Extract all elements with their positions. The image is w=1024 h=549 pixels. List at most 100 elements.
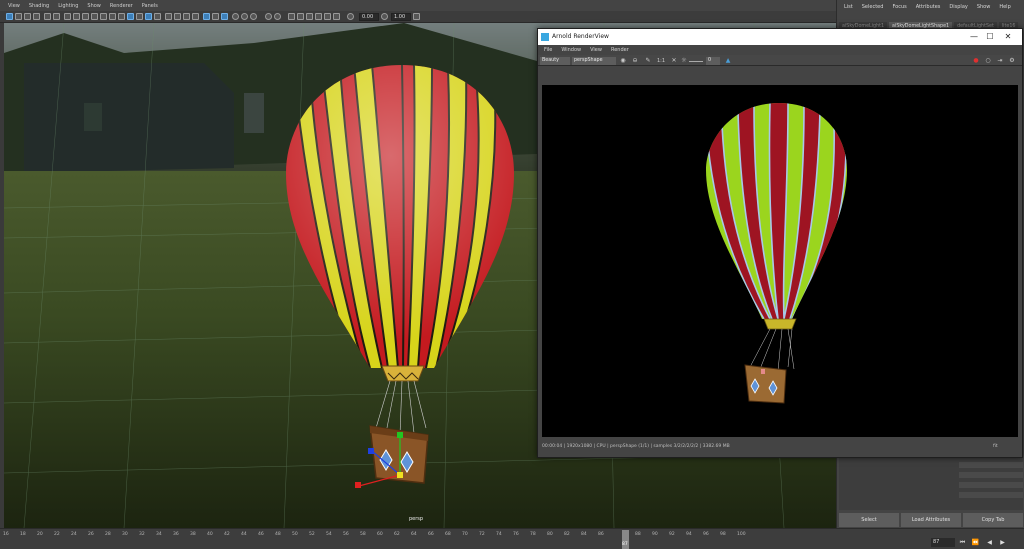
play-backwards-icon[interactable]: ◀ — [985, 538, 994, 547]
textured-icon[interactable] — [154, 13, 161, 20]
menu-window[interactable]: Window — [561, 45, 581, 55]
ae-menu-selected[interactable]: Selected — [862, 4, 884, 14]
texture-display-icon[interactable] — [315, 13, 322, 20]
zoom-ratio-label[interactable]: 1:1 — [656, 58, 666, 64]
grease-pencil-icon[interactable] — [53, 13, 60, 20]
select-button[interactable]: Select — [839, 513, 899, 527]
menu-renderer[interactable]: Renderer — [110, 3, 133, 9]
maximize-button[interactable]: ☐ — [984, 31, 996, 43]
exposure-field[interactable]: 0 — [706, 57, 720, 65]
window-title-bar[interactable]: Arnold RenderView — ☐ ✕ — [538, 29, 1022, 45]
close-button[interactable]: ✕ — [1002, 31, 1014, 43]
ae-menu-help[interactable]: Help — [999, 4, 1010, 14]
safe-action-icon[interactable] — [109, 13, 116, 20]
camera-dropdown[interactable]: perspShape — [572, 57, 616, 65]
menu-lighting[interactable]: Lighting — [58, 3, 78, 9]
motion-blur-icon[interactable] — [192, 13, 199, 20]
fit-view-button[interactable]: fit — [993, 442, 1023, 452]
ae-field[interactable] — [959, 472, 1023, 478]
play-forwards-icon[interactable]: ▶ — [998, 538, 1007, 547]
gamma-field[interactable]: 1.00 — [391, 13, 411, 21]
depth-of-field-icon[interactable] — [212, 13, 219, 20]
copy-tab-button[interactable]: Copy Tab — [963, 513, 1023, 527]
settings-gear-icon[interactable]: ⚙ — [1009, 58, 1015, 64]
resolution-gate-icon[interactable] — [82, 13, 89, 20]
render-canvas[interactable] — [542, 85, 1018, 437]
use-all-lights-icon[interactable] — [165, 13, 172, 20]
ae-menu-display[interactable]: Display — [949, 4, 967, 14]
frame-tick: 54 — [326, 532, 332, 537]
frame-tick: 26 — [88, 532, 94, 537]
safe-title-icon[interactable] — [118, 13, 125, 20]
color-management-icon[interactable] — [413, 13, 420, 20]
exposure-icon[interactable]: ☼ — [681, 58, 687, 64]
go-to-start-icon[interactable]: ⏮ — [958, 538, 967, 547]
ae-menu-focus[interactable]: Focus — [892, 4, 906, 14]
gamma-icon[interactable] — [381, 13, 388, 20]
exposure-slider[interactable] — [689, 61, 703, 62]
menu-file[interactable]: File — [544, 45, 552, 55]
window-title: Arnold RenderView — [552, 33, 609, 40]
lighting-display-icon[interactable] — [324, 13, 331, 20]
menu-panels[interactable]: Panels — [142, 3, 158, 9]
multisample-aa-icon[interactable] — [203, 13, 210, 20]
hud-icon[interactable] — [274, 13, 281, 20]
select-camera-icon[interactable] — [6, 13, 13, 20]
ae-menu-list[interactable]: List — [844, 4, 853, 14]
gate-mask-icon[interactable] — [91, 13, 98, 20]
wireframe-on-shaded-icon[interactable] — [145, 13, 152, 20]
screen-space-ao-icon[interactable] — [183, 13, 190, 20]
camera-sequencer-icon[interactable] — [265, 13, 272, 20]
frame-tick: 78 — [530, 532, 536, 537]
shadows-icon[interactable] — [174, 13, 181, 20]
xray-icon[interactable] — [232, 13, 239, 20]
ae-field[interactable] — [959, 462, 1023, 468]
ui-toggle-icon[interactable] — [297, 13, 304, 20]
step-back-key-icon[interactable]: ⏪ — [971, 538, 980, 547]
display-layer-icon[interactable] — [288, 13, 295, 20]
ae-menu-show[interactable]: Show — [977, 4, 991, 14]
ae-field[interactable] — [959, 482, 1023, 488]
two-d-pan-icon[interactable] — [44, 13, 51, 20]
exposure-icon[interactable] — [347, 13, 354, 20]
menu-show[interactable]: Show — [87, 3, 101, 9]
frame-tick: 66 — [428, 532, 434, 537]
shading-display-icon[interactable] — [333, 13, 340, 20]
refresh-render-icon[interactable]: ○ — [985, 58, 991, 64]
xray-joints-icon[interactable] — [241, 13, 248, 20]
frame-tick: 64 — [411, 532, 417, 537]
color-picker-icon[interactable]: ✎ — [645, 58, 651, 64]
wireframe-icon[interactable] — [127, 13, 134, 20]
bookmark-icon[interactable] — [24, 13, 31, 20]
aov-dropdown[interactable]: Beauty — [540, 57, 570, 65]
frame-tick: 80 — [547, 532, 553, 537]
display-channels-icon[interactable]: ◉ — [620, 58, 626, 64]
color-management-icon[interactable]: ▲ — [725, 58, 731, 64]
current-frame-field[interactable]: 87 — [931, 538, 955, 547]
menu-view[interactable]: View — [590, 45, 602, 55]
stop-render-icon[interactable]: ● — [973, 58, 979, 64]
smooth-shade-icon[interactable] — [136, 13, 143, 20]
film-gate-icon[interactable] — [73, 13, 80, 20]
xray-active-icon[interactable] — [250, 13, 257, 20]
snapshot-icon[interactable]: ⇥ — [997, 58, 1003, 64]
image-plane-icon[interactable] — [33, 13, 40, 20]
menu-view[interactable]: View — [8, 3, 20, 9]
field-chart-icon[interactable] — [100, 13, 107, 20]
load-attributes-button[interactable]: Load Attributes — [901, 513, 961, 527]
ae-menu-attributes[interactable]: Attributes — [916, 4, 941, 14]
object-display-icon[interactable] — [306, 13, 313, 20]
background-icon[interactable]: ⊖ — [632, 58, 638, 64]
ae-field[interactable] — [959, 492, 1023, 498]
grid-icon[interactable] — [64, 13, 71, 20]
menu-shading[interactable]: Shading — [29, 3, 49, 9]
crop-region-icon[interactable]: ✕ — [671, 58, 677, 64]
isolate-select-icon[interactable] — [221, 13, 228, 20]
menu-render[interactable]: Render — [611, 45, 629, 55]
camera-attributes-icon[interactable] — [15, 13, 22, 20]
viewport-menu-bar: View Shading Lighting Show Renderer Pane… — [0, 0, 836, 11]
frame-tick: 68 — [445, 532, 451, 537]
minimize-button[interactable]: — — [968, 31, 980, 43]
time-slider[interactable]: 16 18 20 22 24 26 28 30 32 34 36 38 40 4… — [0, 528, 1024, 549]
exposure-field[interactable]: 0.00 — [359, 13, 379, 21]
